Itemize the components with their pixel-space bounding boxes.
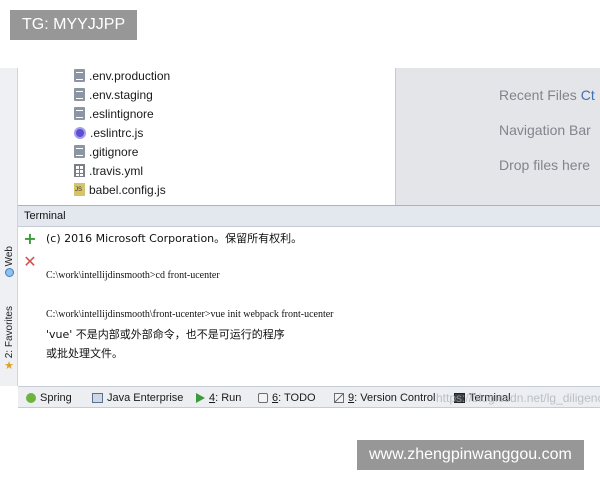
terminal-title: Terminal: [24, 210, 66, 222]
terminal-line: 或批处理文件。: [46, 347, 123, 360]
tree-item[interactable]: .eslintignore: [74, 104, 154, 123]
web-tab-label: Web: [3, 246, 15, 267]
terminal-output[interactable]: (c) 2016 Microsoft Corporation。保留所有权利。 C…: [46, 230, 596, 385]
file-name: .eslintignore: [89, 106, 154, 121]
new-session-plus-icon[interactable]: +: [22, 231, 38, 247]
todo-list-icon: [258, 393, 268, 403]
project-tree: .env.production .env.staging .eslintigno…: [18, 68, 395, 205]
tree-item[interactable]: .eslintrc.js: [74, 123, 143, 142]
spring-label: Spring: [40, 392, 72, 404]
terminal-line: (c) 2016 Microsoft Corporation。保留所有权利。: [46, 232, 303, 245]
spring-leaf-icon: [26, 393, 36, 403]
vcs-label: : Version Control: [354, 392, 436, 404]
file-doc-icon: [74, 88, 85, 101]
globe-icon: [4, 268, 14, 278]
recent-files-shortcut: Ct: [580, 87, 595, 103]
terminal-line: C:\work\intellijdinsmooth\front-ucenter>…: [46, 309, 334, 320]
file-name: babel.config.js: [89, 182, 166, 197]
tree-item[interactable]: .env.production: [74, 68, 170, 85]
yml-grid-icon: [74, 164, 85, 177]
tree-item[interactable]: babel.config.js: [74, 180, 166, 199]
top-left-watermark: TG: MYYJJPP: [10, 10, 138, 40]
terminal-line: 'vue' 不是内部或外部命令，也不是可运行的程序: [46, 328, 285, 341]
tree-item[interactable]: .gitignore: [74, 142, 138, 161]
js-file-icon: [74, 183, 85, 196]
terminal-line: C:\work\intellijdinsmooth>cd front-ucent…: [46, 270, 220, 281]
favorites-tab-label: 2: Favorites: [3, 306, 15, 359]
file-name: .env.staging: [89, 87, 153, 102]
drop-files-hint: Drop files here: [499, 157, 591, 173]
spring-tool-button[interactable]: Spring: [26, 390, 72, 406]
eslint-icon: [74, 126, 86, 139]
run-tool-button[interactable]: 4: Run: [196, 390, 241, 406]
recent-files-hint: Recent Files Ct: [499, 87, 595, 103]
version-control-icon: [334, 393, 344, 403]
run-play-icon: [196, 393, 205, 403]
file-name: .travis.yml: [89, 163, 143, 178]
terminal-actions: + ✕: [18, 227, 42, 385]
run-label: : Run: [215, 392, 242, 404]
file-name: .eslintrc.js: [90, 125, 144, 140]
file-name: .env.production: [89, 68, 171, 83]
file-doc-icon: [74, 69, 85, 82]
java-enterprise-tool-button[interactable]: Java Enterprise: [92, 390, 183, 406]
version-control-tool-button[interactable]: 9: Version Control: [334, 390, 435, 406]
ide-screenshot: Web 2: Favorites ★ .env.production .env.…: [0, 0, 600, 480]
navigation-bar-hint: Navigation Bar: [499, 122, 591, 138]
bottom-right-watermark: www.zhengpinwanggou.com: [357, 440, 584, 470]
tree-item[interactable]: .env.staging: [74, 85, 153, 104]
recent-files-label: Recent Files: [499, 87, 577, 103]
file-name: .gitignore: [89, 144, 139, 159]
terminal-header: Terminal: [18, 205, 600, 227]
todo-label: : TODO: [278, 392, 316, 404]
file-doc-icon: [74, 145, 85, 158]
tool-window-bar: Spring Java Enterprise 4: Run 6: TODO 9:…: [18, 386, 600, 408]
favorites-tool-tab[interactable]: 2: Favorites ★: [1, 306, 17, 371]
file-doc-icon: [74, 107, 85, 120]
editor-empty-area: Recent Files Ct Navigation Bar Drop file…: [395, 68, 600, 205]
star-icon: ★: [4, 359, 14, 373]
web-tool-tab[interactable]: Web: [1, 246, 17, 278]
todo-tool-button[interactable]: 6: TODO: [258, 390, 316, 406]
close-session-x-icon[interactable]: ✕: [22, 254, 38, 270]
java-enterprise-icon: [92, 393, 103, 403]
left-tool-strip: Web 2: Favorites ★: [0, 68, 18, 386]
tree-item[interactable]: .travis.yml: [74, 161, 143, 180]
blog-watermark-overlay: https://blog.csdn.net/lg_diligence: [436, 391, 600, 405]
java-enterprise-label: Java Enterprise: [107, 392, 184, 404]
